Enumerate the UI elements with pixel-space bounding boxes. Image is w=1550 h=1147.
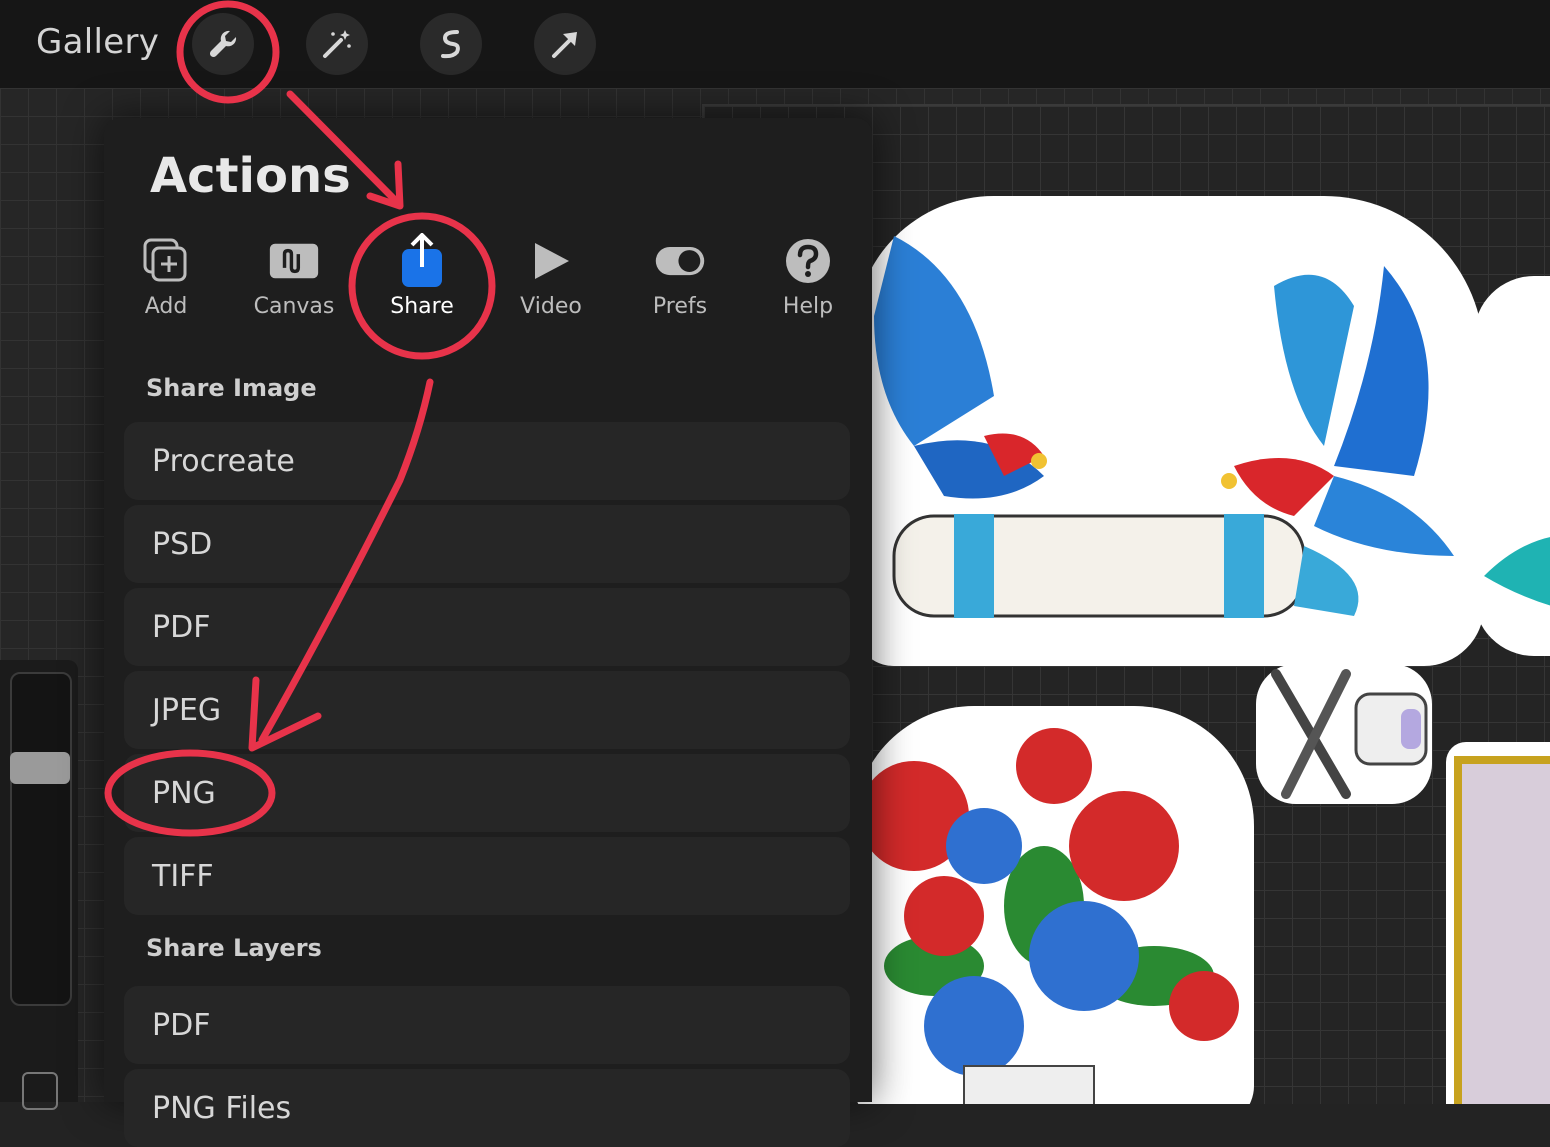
list-item-label: PSD (152, 526, 213, 562)
birds-artwork (874, 236, 1454, 618)
share-procreate[interactable]: Procreate (124, 422, 850, 500)
tab-share-label: Share (390, 294, 454, 319)
panel-title: Actions (150, 148, 351, 204)
transform-button[interactable] (534, 13, 596, 75)
tab-add[interactable]: Add (106, 236, 226, 336)
teal-artwork (1484, 537, 1550, 606)
tab-video[interactable]: Video (491, 236, 611, 336)
tab-canvas-label: Canvas (253, 294, 335, 319)
sidebar-sliders (0, 660, 78, 1110)
share-psd[interactable]: PSD (124, 505, 850, 583)
tab-help-label: Help (782, 294, 834, 319)
transform-arrow-icon (552, 32, 577, 58)
right-sticker-top (1474, 276, 1550, 656)
tools-artwork (1271, 669, 1428, 799)
list-item-label: PDF (152, 609, 211, 645)
selection-button[interactable] (420, 13, 482, 75)
share-png[interactable]: PNG (124, 754, 850, 832)
tools-sticker (1256, 664, 1432, 804)
gallery-button[interactable]: Gallery (36, 22, 159, 62)
tab-add-label: Add (144, 294, 188, 319)
play-icon (535, 243, 569, 279)
share-pdf[interactable]: PDF (124, 588, 850, 666)
roses-artwork (859, 728, 1239, 1104)
magic-wand-icon (323, 30, 351, 58)
share-tiff[interactable]: TIFF (124, 837, 850, 915)
list-item-label: Procreate (152, 443, 295, 479)
add-layer-icon (143, 238, 187, 282)
share-layers-header: Share Layers (146, 934, 322, 962)
adjustments-button[interactable] (306, 13, 368, 75)
selection-icon (441, 30, 460, 59)
tab-canvas[interactable]: Canvas (234, 236, 354, 336)
brush-size-slider[interactable] (10, 672, 72, 1006)
slider-thumb[interactable] (10, 752, 70, 784)
tab-prefs[interactable]: Prefs (620, 236, 740, 336)
list-item-label: PNG (152, 775, 216, 811)
share-icon (402, 233, 442, 287)
share-jpeg[interactable]: JPEG (124, 671, 850, 749)
list-item-label: PNG Files (152, 1090, 292, 1126)
right-sticker-bottom (1446, 742, 1550, 1104)
toggle-icon (655, 246, 705, 276)
roses-sticker (854, 706, 1254, 1104)
share-layers-pdf[interactable]: PDF (124, 986, 850, 1064)
share-layers-png-files[interactable]: PNG Files (124, 1069, 850, 1147)
list-item-label: TIFF (152, 858, 214, 894)
tab-prefs-label: Prefs (652, 294, 708, 319)
actions-panel: Actions Add Canvas Share Video Prefs Hel… (104, 118, 872, 1147)
tab-share[interactable]: Share (362, 233, 482, 336)
modify-button[interactable] (22, 1072, 58, 1110)
share-image-header: Share Image (146, 374, 317, 402)
list-item-label: JPEG (152, 692, 222, 728)
tab-help[interactable]: Help (748, 236, 868, 336)
question-icon (786, 239, 830, 283)
list-item-label: PDF (152, 1007, 211, 1043)
birds-sticker (854, 196, 1484, 666)
top-toolbar: Gallery (0, 0, 1550, 88)
actions-button[interactable] (192, 13, 254, 75)
tab-video-label: Video (520, 294, 582, 319)
canvas-icon (269, 243, 319, 279)
wrench-icon (209, 30, 237, 58)
